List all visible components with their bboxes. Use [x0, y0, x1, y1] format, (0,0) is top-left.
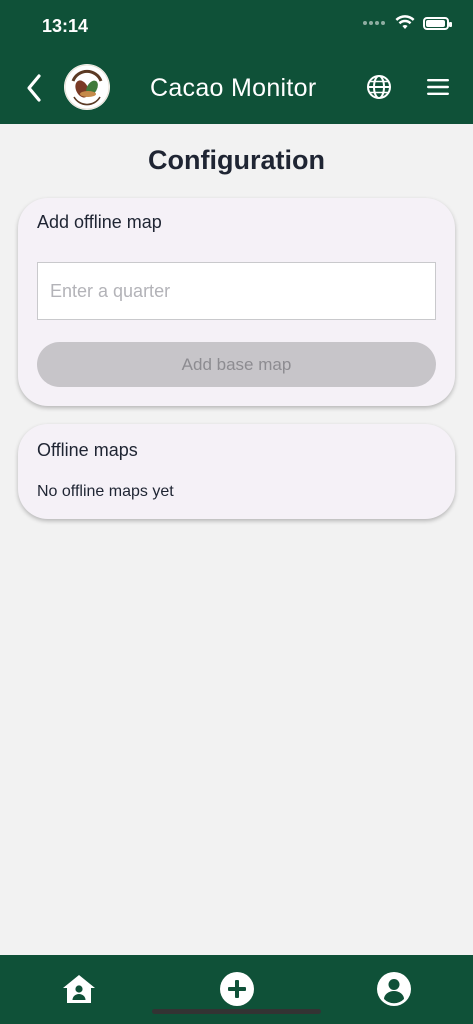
- add-base-map-button[interactable]: Add base map: [37, 342, 436, 387]
- chevron-left-icon: [27, 74, 41, 102]
- home-indicator: [152, 1009, 321, 1014]
- wifi-icon: [395, 15, 415, 29]
- add-circle-icon: [220, 972, 254, 1006]
- empty-state-text: No offline maps yet: [37, 483, 174, 500]
- status-time: 13:14: [42, 16, 89, 36]
- page-title: Configuration: [148, 145, 325, 175]
- offline-maps-heading: Offline maps: [37, 440, 138, 460]
- battery-icon: [423, 16, 452, 30]
- app-header: 13:14 Cacao Monitor: [0, 0, 473, 124]
- cocoa-trust-logo: [64, 64, 110, 110]
- menu-button[interactable]: [426, 76, 450, 98]
- add-offline-map-card: Add offline map Add base map: [18, 198, 455, 406]
- status-icons: [363, 15, 452, 31]
- language-button[interactable]: [366, 74, 392, 100]
- home-icon: [63, 975, 95, 1003]
- quarter-input[interactable]: [37, 262, 436, 320]
- offline-maps-card: Offline maps No offline maps yet: [18, 424, 455, 519]
- globe-icon: [367, 75, 391, 99]
- app-title: Cacao Monitor: [150, 74, 317, 102]
- back-button[interactable]: [18, 68, 50, 108]
- home-tab[interactable]: [61, 971, 97, 1007]
- signal-icon: [363, 21, 385, 25]
- add-offline-map-heading: Add offline map: [37, 212, 162, 232]
- add-tab[interactable]: [219, 971, 255, 1007]
- profile-tab[interactable]: [376, 971, 412, 1007]
- profile-icon: [377, 972, 411, 1006]
- hamburger-menu-icon: [427, 79, 449, 95]
